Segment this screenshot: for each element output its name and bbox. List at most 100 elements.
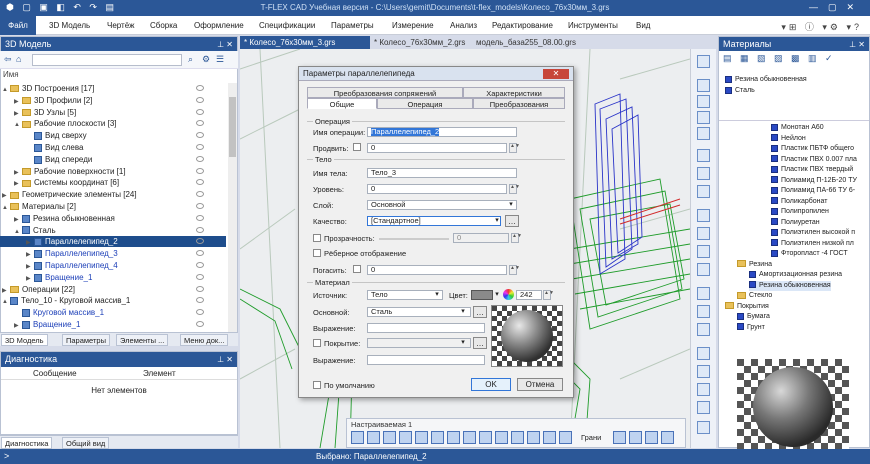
- tab-mate-transforms[interactable]: Преобразования сопряжений: [307, 87, 463, 98]
- filter-icon[interactable]: [697, 421, 710, 434]
- hide-spinner[interactable]: ▲▼: [509, 265, 520, 275]
- tree-filter-input[interactable]: [32, 54, 182, 66]
- hide-checkbox[interactable]: [353, 265, 361, 273]
- library-material-item[interactable]: Полиамид П-12Б-20 ТУ: [771, 176, 857, 186]
- pan-icon[interactable]: [697, 111, 710, 124]
- library-material-item[interactable]: Полипропилен: [771, 207, 829, 217]
- move-spinner[interactable]: ▲▼: [509, 143, 520, 153]
- tab-overview[interactable]: Общий вид: [62, 437, 110, 449]
- tool-icon[interactable]: [351, 431, 364, 444]
- filter-icon[interactable]: [697, 347, 710, 360]
- chevron-down-icon[interactable]: ▾: [493, 291, 501, 299]
- view-icon[interactable]: [697, 185, 710, 198]
- edge-display-checkbox[interactable]: [313, 249, 321, 257]
- tool-icon[interactable]: [383, 431, 396, 444]
- menu-item-measure[interactable]: Измерение: [392, 21, 434, 30]
- tool-icon[interactable]: [447, 431, 460, 444]
- tree-item[interactable]: ▶ Системы координат [6]: [0, 177, 226, 188]
- home-icon[interactable]: ⌂: [16, 54, 21, 64]
- tree-item[interactable]: ▶ 3D Профили [2]: [0, 95, 226, 106]
- hide-input[interactable]: 0: [367, 265, 507, 275]
- pin-icon[interactable]: ⊥ ✕: [217, 352, 233, 367]
- library-material-item[interactable]: Резина обыкновенная: [749, 280, 831, 291]
- doc-tab-active[interactable]: * Колесо_76x30мм_3.grs: [240, 36, 370, 49]
- transparency-checkbox[interactable]: [313, 234, 321, 242]
- expander-icon[interactable]: ▶: [14, 321, 22, 332]
- visibility-eye-icon[interactable]: [196, 238, 204, 245]
- window-controls[interactable]: —▢✕: [809, 2, 864, 13]
- tool-icon[interactable]: [495, 431, 508, 444]
- material-group[interactable]: Резина: [737, 260, 772, 270]
- tab-elements[interactable]: Элементы ...: [116, 334, 169, 346]
- library-material-item[interactable]: Фторопласт -4 ГОСТ: [771, 249, 848, 259]
- pin-icon[interactable]: ⊥ ✕: [217, 37, 233, 52]
- tool-icon[interactable]: [463, 431, 476, 444]
- material-more-button[interactable]: …: [473, 306, 487, 318]
- visibility-eye-icon[interactable]: [196, 132, 204, 139]
- pin-icon[interactable]: ⊥ ✕: [849, 37, 865, 52]
- menu-item-specs[interactable]: Спецификации: [259, 21, 315, 30]
- menu-item-3d-model[interactable]: 3D Модель: [49, 21, 90, 30]
- tree-item[interactable]: Круговой массив_1: [0, 307, 226, 318]
- tree-item[interactable]: ▲ Сталь: [0, 225, 226, 236]
- tool-icon[interactable]: [543, 431, 556, 444]
- cover-more-button[interactable]: …: [473, 337, 487, 349]
- tree-item[interactable]: ▶ Параллелепипед_3: [0, 248, 226, 259]
- visibility-eye-icon[interactable]: [196, 226, 204, 233]
- shade-icon[interactable]: [697, 245, 710, 258]
- visibility-eye-icon[interactable]: [196, 273, 204, 280]
- menu-item-drawing[interactable]: Чертёж: [107, 21, 135, 30]
- tool-icon[interactable]: [479, 431, 492, 444]
- view-tool-icon[interactable]: [697, 55, 710, 68]
- filter-icon[interactable]: [697, 383, 710, 396]
- transparency-spinner[interactable]: ▲▼: [511, 233, 522, 243]
- list-icon[interactable]: ☰: [216, 54, 224, 65]
- tree-item[interactable]: Вид слева: [0, 142, 226, 153]
- tool-icon[interactable]: [613, 431, 626, 444]
- menu-item-tools[interactable]: Инструменты: [568, 21, 618, 30]
- op-name-input[interactable]: Параллелепипед_2: [367, 127, 517, 137]
- tree-item[interactable]: ▶ Вращение_1: [0, 272, 226, 283]
- visibility-eye-icon[interactable]: [196, 179, 204, 186]
- chevron-down-icon[interactable]: ▾: [459, 308, 467, 316]
- library-material-item[interactable]: Полиэтилен высокой п: [771, 228, 855, 238]
- section-icon[interactable]: [697, 287, 710, 300]
- library-material-item[interactable]: Амортизационная резина: [749, 270, 842, 280]
- tab-parameters[interactable]: Параметры: [62, 334, 110, 346]
- library-material-item[interactable]: Пластик ПБТФ общего: [771, 144, 854, 154]
- menu-item-params[interactable]: Параметры: [331, 21, 374, 30]
- visibility-eye-icon[interactable]: [196, 285, 204, 292]
- tab-operation[interactable]: Операция: [377, 98, 473, 109]
- tree-item[interactable]: ▶ Рабочие поверхности [1]: [0, 166, 226, 177]
- visibility-eye-icon[interactable]: [196, 250, 204, 257]
- library-material-item[interactable]: Полиуретан: [771, 218, 820, 228]
- color-spinner[interactable]: ▲▼: [543, 290, 554, 300]
- move-checkbox[interactable]: [353, 143, 361, 151]
- view-icon[interactable]: [697, 149, 710, 162]
- close-icon[interactable]: ✕: [543, 69, 569, 79]
- tree-item[interactable]: ▲ Тело_10 - Круговой массив_1: [0, 295, 226, 306]
- menu-item-analysis[interactable]: Анализ: [450, 21, 477, 30]
- source-select[interactable]: Тело: [367, 290, 443, 300]
- faces-filter-label[interactable]: Грани: [581, 433, 601, 442]
- library-material-item[interactable]: Бумага: [737, 312, 770, 322]
- visibility-eye-icon[interactable]: [196, 309, 204, 316]
- tool-icon[interactable]: [527, 431, 540, 444]
- tree-item[interactable]: ▲ 3D Построения [17]: [0, 83, 226, 94]
- tool-icon[interactable]: [431, 431, 444, 444]
- ok-button[interactable]: OK: [471, 378, 511, 391]
- quality-more-button[interactable]: …: [505, 215, 519, 227]
- visibility-eye-icon[interactable]: [196, 321, 204, 327]
- library-material-item[interactable]: Полиамид ПА-66 ТУ 6-: [771, 186, 855, 196]
- tool-icon[interactable]: [511, 431, 524, 444]
- tree-item[interactable]: ▶ 3D Узлы [5]: [0, 107, 226, 118]
- tool-icon[interactable]: [645, 431, 658, 444]
- search-icon[interactable]: ⌕: [188, 54, 193, 65]
- tree-item[interactable]: Вид спереди: [0, 154, 226, 165]
- settings-icon[interactable]: ⚙: [202, 54, 210, 65]
- tool-icon[interactable]: [367, 431, 380, 444]
- tool-icon[interactable]: [415, 431, 428, 444]
- visibility-eye-icon[interactable]: [196, 262, 204, 268]
- tree-item[interactable]: ▲ Рабочие плоскости [3]: [0, 118, 226, 129]
- tab-characteristics[interactable]: Характеристики: [463, 87, 565, 98]
